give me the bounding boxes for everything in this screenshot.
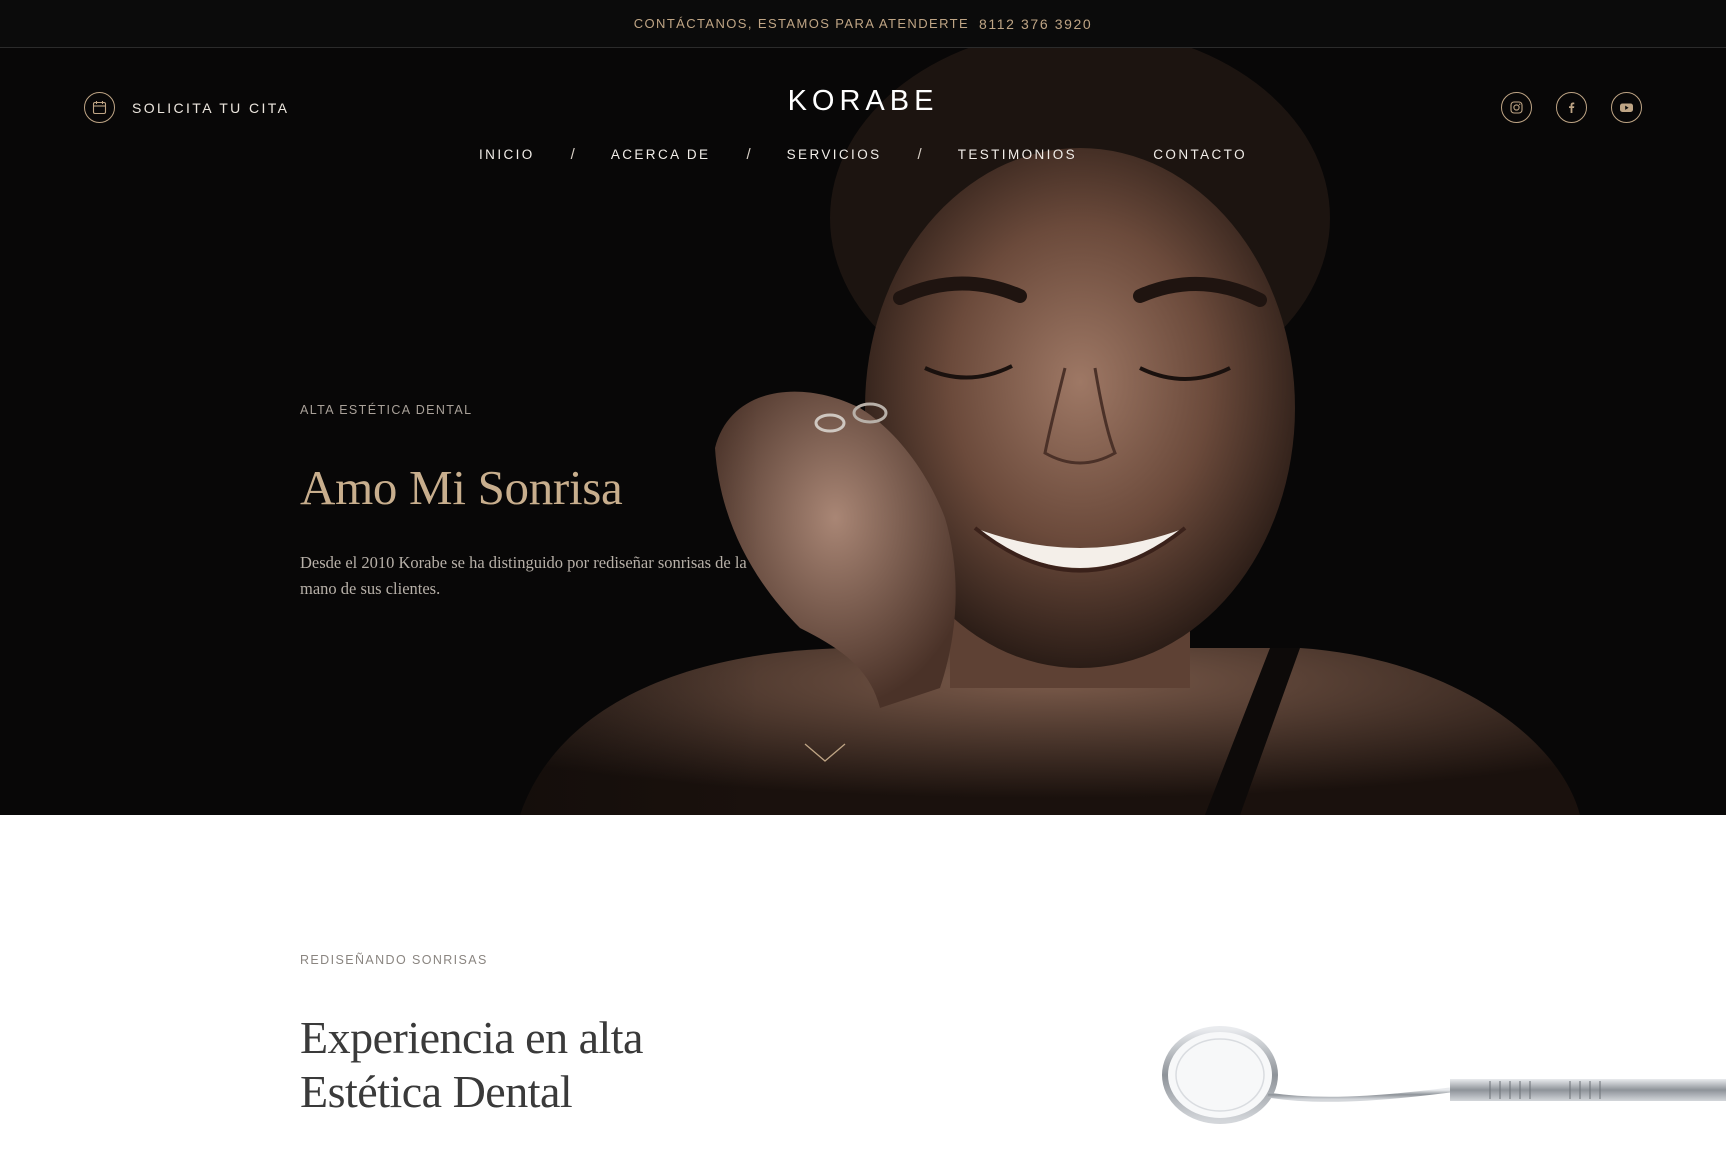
hero-text: ALTA ESTÉTICA DENTAL Amo Mi Sonrisa Desd… bbox=[300, 403, 780, 602]
dental-mirror-image bbox=[1162, 1026, 1726, 1124]
nav-item-acerca-de[interactable]: ACERCA DE bbox=[611, 147, 711, 162]
hero-description: Desde el 2010 Korabe se ha distinguido p… bbox=[300, 553, 747, 598]
instagram-icon[interactable] bbox=[1501, 92, 1532, 123]
nav-item-servicios[interactable]: SERVICIOS bbox=[787, 147, 882, 162]
social-links bbox=[1501, 92, 1642, 123]
phone-link[interactable]: 8112 376 3920 bbox=[979, 16, 1092, 32]
nav-item-testimonios[interactable]: TESTIMONIOS bbox=[958, 147, 1077, 162]
about-title-line1: Experiencia en alta bbox=[300, 1012, 643, 1063]
nav-item-inicio[interactable]: INICIO bbox=[479, 147, 535, 162]
about-title-line2: Estética Dental bbox=[300, 1066, 573, 1117]
top-contact-bar: CONTÁCTANOS, ESTAMOS PARA ATENDERTE 8112… bbox=[0, 0, 1726, 48]
nav-separator: / bbox=[570, 146, 575, 163]
nav-separator: / bbox=[746, 146, 751, 163]
nav-item-contacto[interactable]: CONTACTO bbox=[1153, 147, 1247, 162]
chevron-down-icon[interactable] bbox=[804, 742, 846, 769]
hero-title: Amo Mi Sonrisa bbox=[300, 460, 623, 515]
brand-logo[interactable]: KORABE bbox=[0, 85, 1726, 118]
about-section: REDISEÑANDO SONRISAS Experiencia en alta… bbox=[0, 815, 1726, 1160]
about-eyebrow: REDISEÑANDO SONRISAS bbox=[300, 953, 488, 967]
contact-text: CONTÁCTANOS, ESTAMOS PARA ATENDERTE bbox=[633, 16, 970, 31]
hero-eyebrow: ALTA ESTÉTICA DENTAL bbox=[300, 403, 473, 417]
hero-section: SOLICITA TU CITA KORABE INICIO / ACERCA … bbox=[0, 48, 1726, 815]
about-title: Experiencia en alta Estética Dental bbox=[300, 1011, 820, 1119]
hero-photo bbox=[0, 48, 1726, 815]
nav-separator: / bbox=[917, 146, 922, 163]
main-nav: INICIO / ACERCA DE / SERVICIOS / TESTIMO… bbox=[0, 146, 1726, 163]
facebook-icon[interactable] bbox=[1556, 92, 1587, 123]
youtube-icon[interactable] bbox=[1611, 92, 1642, 123]
